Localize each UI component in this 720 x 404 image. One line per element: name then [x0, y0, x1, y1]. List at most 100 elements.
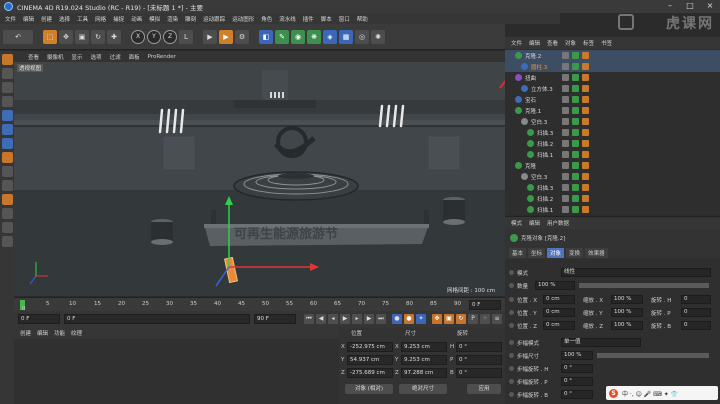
menu-tools[interactable]: 工具	[77, 15, 88, 23]
goto-end-icon[interactable]: ⏭	[376, 314, 386, 324]
visibility-dots-icon[interactable]	[562, 151, 569, 158]
workplane-icon[interactable]	[1, 96, 13, 107]
menu-character[interactable]: 角色	[261, 15, 272, 23]
subtab-coord[interactable]: 坐标	[528, 248, 546, 258]
deformer-icon[interactable]: ◈	[323, 29, 337, 44]
step-rot-h-field[interactable]: 0 °	[561, 364, 593, 373]
rotation-b-field[interactable]: 0 °	[456, 368, 502, 378]
viewport-menu-options[interactable]: 选项	[91, 53, 102, 61]
visibility-dots-icon[interactable]	[562, 129, 569, 136]
phong-tag-icon[interactable]	[582, 129, 589, 136]
object-list[interactable]: 克隆.2 圆柱.3 扭曲 立方体.3 宝石 克隆.1 空白.3 扫描.3 扫描.2 扫描.1 克隆空…	[505, 49, 720, 215]
enabled-check-icon[interactable]	[572, 63, 579, 70]
visibility-dots-icon[interactable]	[562, 184, 569, 191]
attr-menu-mode[interactable]: 模式	[511, 219, 522, 227]
make-editable-icon[interactable]	[1, 54, 13, 65]
ime-toolbar[interactable]: S 中 ·, ☺ 🎤 ⌨ ✦ 👕	[606, 386, 718, 400]
solo-icon[interactable]	[1, 236, 13, 247]
camera-icon[interactable]: ◎	[355, 29, 369, 44]
step-size-field[interactable]: 100 %	[561, 351, 593, 360]
timeline-end-field[interactable]: 0 F	[469, 300, 501, 310]
enabled-check-icon[interactable]	[572, 140, 579, 147]
phong-tag-icon[interactable]	[582, 140, 589, 147]
viewport-menu-display[interactable]: 显示	[72, 53, 83, 61]
position-y-value[interactable]: 0 cm	[543, 308, 575, 317]
visibility-dots-icon[interactable]	[562, 74, 569, 81]
start-frame-field[interactable]: 0 F	[18, 314, 60, 324]
rotation-key-icon[interactable]: ↻	[456, 314, 466, 324]
object-row[interactable]: 扫描.2	[505, 138, 720, 149]
visibility-dots-icon[interactable]	[562, 85, 569, 92]
menu-sculpt[interactable]: 雕刻	[185, 15, 196, 23]
object-menu-bookmarks[interactable]: 书签	[601, 39, 612, 47]
animate-dot-icon[interactable]	[509, 379, 514, 384]
subtab-transform[interactable]: 变换	[566, 248, 584, 258]
visibility-dots-icon[interactable]	[562, 206, 569, 213]
menu-plugins[interactable]: 插件	[303, 15, 314, 23]
goto-start-icon[interactable]: ⏮	[304, 314, 314, 324]
soft-selection-icon[interactable]	[1, 194, 13, 205]
position-z-value[interactable]: 0 cm	[543, 321, 575, 330]
visibility-dots-icon[interactable]	[562, 96, 569, 103]
scale-icon[interactable]: ▣	[75, 29, 89, 44]
live-select-icon[interactable]: ⬚	[43, 29, 57, 44]
enabled-check-icon[interactable]	[572, 118, 579, 125]
object-row[interactable]: 扭曲	[505, 72, 720, 83]
record-keys-icon[interactable]: ●	[392, 314, 402, 324]
prev-key-icon[interactable]: ◀	[316, 314, 326, 324]
points-mode-icon[interactable]	[1, 110, 13, 121]
step-mode-dropdown[interactable]: 单一值	[561, 338, 641, 347]
object-row[interactable]: 扫描.1	[505, 204, 720, 215]
step-rot-b-field[interactable]: 0 °	[561, 390, 593, 399]
enabled-check-icon[interactable]	[572, 85, 579, 92]
menu-render[interactable]: 渲染	[167, 15, 178, 23]
visibility-dots-icon[interactable]	[562, 162, 569, 169]
menu-help[interactable]: 帮助	[357, 15, 368, 23]
model-mode-icon[interactable]	[1, 68, 13, 79]
size-z-field[interactable]: 97.288 cm	[401, 368, 447, 378]
rotation-h-value[interactable]: 0	[681, 295, 711, 304]
scale-x-value[interactable]: 100 %	[611, 295, 643, 304]
phong-tag-icon[interactable]	[582, 85, 589, 92]
object-row[interactable]: 立方体.3	[505, 83, 720, 94]
animate-dot-icon[interactable]	[509, 297, 514, 302]
lock-workplane-icon[interactable]	[1, 208, 13, 219]
render-picture-viewer-icon[interactable]: ▶	[219, 29, 233, 44]
object-row[interactable]: 空白.3	[505, 116, 720, 127]
rotation-p-value[interactable]: 0	[681, 308, 711, 317]
phong-tag-icon[interactable]	[582, 96, 589, 103]
position-x-field[interactable]: -252.975 cm	[347, 342, 393, 352]
enabled-check-icon[interactable]	[572, 52, 579, 59]
tweak-mode-icon[interactable]	[1, 166, 13, 177]
menu-motion-tracking[interactable]: 运动跟踪	[203, 15, 225, 23]
viewport-menu-filter[interactable]: 过滤	[110, 53, 121, 61]
enabled-check-icon[interactable]	[572, 129, 579, 136]
rotation-p-field[interactable]: 0 °	[456, 355, 502, 365]
phong-tag-icon[interactable]	[582, 63, 589, 70]
object-row[interactable]: 扫描.2	[505, 193, 720, 204]
parameter-key-icon[interactable]: P	[468, 314, 478, 324]
phong-tag-icon[interactable]	[582, 162, 589, 169]
phong-tag-icon[interactable]	[582, 184, 589, 191]
object-row[interactable]: 宝石	[505, 94, 720, 105]
animate-dot-icon[interactable]	[509, 392, 514, 397]
object-menu-objects[interactable]: 对象	[565, 39, 576, 47]
position-key-icon[interactable]: ✥	[432, 314, 442, 324]
visibility-dots-icon[interactable]	[562, 195, 569, 202]
animate-dot-icon[interactable]	[509, 366, 514, 371]
object-menu-edit[interactable]: 编辑	[529, 39, 540, 47]
animate-dot-icon[interactable]	[509, 323, 514, 328]
animate-dot-icon[interactable]	[509, 283, 514, 288]
visibility-dots-icon[interactable]	[562, 107, 569, 114]
timeline-ruler[interactable]: 0 5 10 15 20 25 30 35 40 45 50 55 60 65 …	[14, 297, 505, 312]
enabled-check-icon[interactable]	[572, 96, 579, 103]
object-row[interactable]: 扫描.3	[505, 127, 720, 138]
phong-tag-icon[interactable]	[582, 52, 589, 59]
enabled-check-icon[interactable]	[572, 184, 579, 191]
axis-z-button[interactable]: Z	[163, 29, 177, 44]
apply-button[interactable]: 应用	[467, 384, 501, 394]
axis-mode-icon[interactable]	[1, 152, 13, 163]
sogou-ime-icon[interactable]: S	[609, 388, 618, 398]
attr-menu-edit[interactable]: 编辑	[529, 219, 540, 227]
object-row[interactable]: 空白.3	[505, 171, 720, 182]
